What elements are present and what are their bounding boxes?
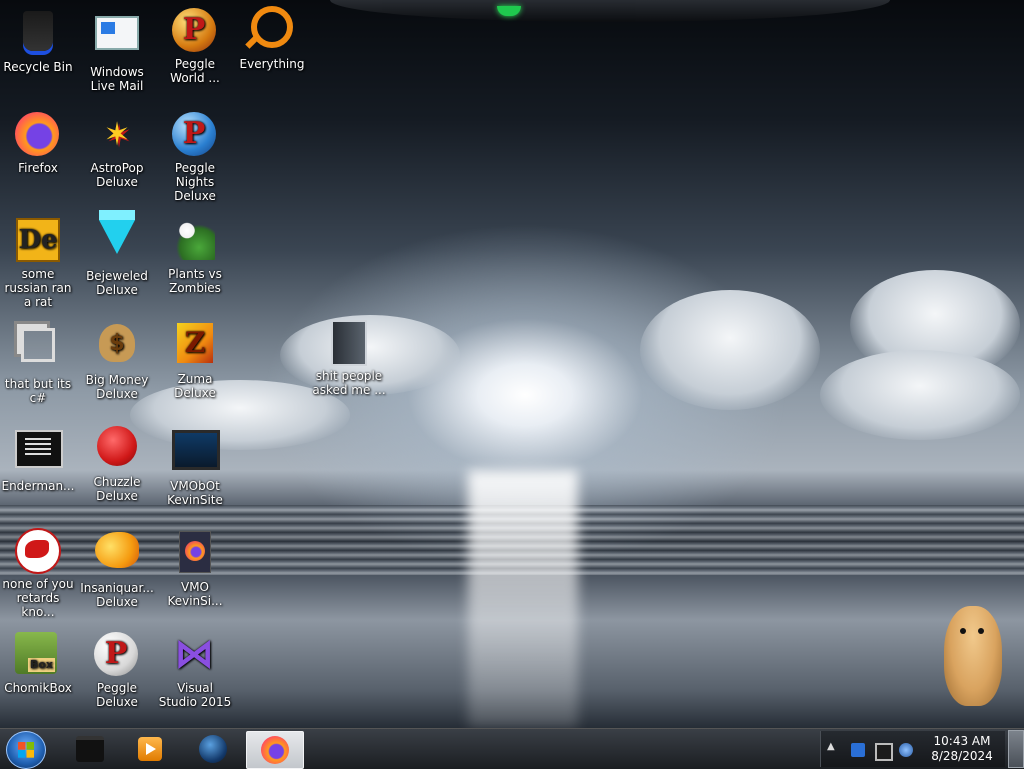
chomikbox-icon: Box: [15, 632, 61, 678]
desktop-icon-vmobot[interactable]: VMObOt KevinSite: [157, 424, 233, 507]
desktop-icon-label: Enderman...: [1, 479, 75, 493]
desktop-icon-label: AstroPop Deluxe: [90, 161, 144, 189]
clock[interactable]: 10:43 AM 8/28/2024: [925, 734, 999, 764]
taskbar-browser-globe[interactable]: [185, 731, 241, 767]
desktop-icon-chuzzle[interactable]: Chuzzle Deluxe: [79, 424, 155, 503]
desktop-icon-insaniquarium[interactable]: Insaniquar... Deluxe: [79, 528, 155, 609]
red-bird-icon: [15, 528, 61, 574]
zuma-icon: Z: [172, 323, 218, 369]
desktop-icon-label: Recycle Bin: [3, 60, 73, 74]
desktop-icon-label: VMO KevinSi...: [167, 580, 223, 608]
sun-reflection: [468, 470, 578, 728]
desktop-icon-label: Peggle Deluxe: [96, 681, 138, 709]
desktop-icon-label: Zuma Deluxe: [174, 372, 216, 400]
desktop-icon-peggle-deluxe[interactable]: P Peggle Deluxe: [79, 632, 155, 709]
copy-windows-icon: [15, 328, 61, 374]
desktop-icon-zuma[interactable]: Z Zuma Deluxe: [157, 320, 233, 400]
desktop-icon-label: none of you retards kno...: [2, 577, 74, 619]
cloud: [640, 290, 820, 410]
visual-studio-icon: ⋈: [174, 631, 214, 677]
desktop-icon-big-money[interactable]: $ Big Money Deluxe: [79, 320, 155, 401]
system-tray: ▲ 10:43 AM 8/28/2024: [820, 731, 1005, 767]
search-icon: [249, 6, 295, 54]
taskbar-media-player[interactable]: [122, 731, 178, 767]
gem-icon: [94, 210, 140, 266]
de-icon: De: [15, 218, 61, 264]
mail-icon: [94, 16, 140, 62]
desktop-icon-recycle-bin[interactable]: Recycle Bin: [0, 8, 76, 74]
document-icon: [326, 320, 372, 366]
taskbar: ▲ 10:43 AM 8/28/2024: [0, 728, 1024, 769]
desktop-icon-label: Peggle World ...: [170, 57, 220, 85]
start-button[interactable]: [6, 731, 46, 769]
clock-date: 8/28/2024: [931, 749, 993, 763]
desktop-icon-shit-people-asked[interactable]: shit people asked me ...: [311, 318, 387, 397]
cloud: [820, 350, 1020, 440]
green-indicator-icon: [497, 6, 521, 16]
desktop-icon-that-but-its-c[interactable]: that but its c#: [0, 320, 76, 405]
folder-icon: [76, 736, 104, 762]
desktop-icon-everything[interactable]: Everything: [234, 6, 310, 71]
desktop-icon-label: shit people asked me ...: [312, 369, 386, 397]
desktop-icon-label: Insaniquar... Deluxe: [80, 581, 154, 609]
desktop-icon-peggle-world[interactable]: P Peggle World ...: [157, 8, 233, 85]
chuzzle-icon: [94, 426, 140, 472]
desktop-icon-label: Firefox: [18, 161, 58, 175]
recycle-bin-icon: [15, 11, 61, 57]
tray-overflow-button[interactable]: ▲: [827, 741, 835, 752]
desktop-icon-label: VMObOt KevinSite: [167, 479, 223, 507]
clock-time: 10:43 AM: [933, 734, 991, 748]
monitor-icon: [172, 430, 220, 476]
display-icon[interactable]: [875, 743, 893, 761]
plants-vs-zombies-icon: [172, 218, 218, 264]
globe-icon: [199, 735, 227, 763]
money-bag-icon: $: [94, 324, 140, 370]
chomikbox-badge: Box: [27, 658, 55, 672]
desktop-icon-label: Bejeweled Deluxe: [86, 269, 148, 297]
taskbar-file-explorer[interactable]: [62, 731, 118, 767]
top-decoration: [330, 0, 890, 22]
desktop-icon-windows-live-mail[interactable]: Windows Live Mail: [79, 8, 155, 93]
desktop-icon-label: Visual Studio 2015: [158, 681, 232, 709]
desktop-icon-visual-studio[interactable]: ⋈ Visual Studio 2015: [157, 632, 233, 709]
desktop-icon-enderman[interactable]: Enderman...: [0, 424, 76, 493]
firefox-icon: [15, 112, 61, 158]
network-icon[interactable]: [851, 743, 865, 757]
desktop-icon-astropop[interactable]: ✶ AstroPop Deluxe: [79, 112, 155, 189]
desktop-icon-label: that but its c#: [4, 377, 72, 405]
start-orb-icon: [18, 742, 34, 758]
desktop-icon-label: ChomikBox: [4, 681, 72, 695]
taskbar-firefox[interactable]: [246, 731, 304, 769]
desktop-icon-chomikbox[interactable]: Box ChomikBox: [0, 632, 76, 695]
desktop-icon-firefox[interactable]: Firefox: [0, 112, 76, 175]
desktop-icon-label: Everything: [239, 57, 305, 71]
media-player-icon: [138, 737, 162, 761]
desktop-icon-label: some russian ran a rat: [4, 267, 72, 309]
desktop-icon-some-russian[interactable]: De some russian ran a rat: [0, 216, 76, 309]
show-desktop-button[interactable]: [1008, 730, 1024, 768]
hamster-mascot-icon[interactable]: [944, 606, 1002, 706]
astropop-icon: ✶: [103, 115, 131, 153]
firefox-document-icon: [172, 531, 218, 577]
desktop-icon-plants-vs-zombies[interactable]: Plants vs Zombies: [157, 216, 233, 295]
desktop-icon-label: Peggle Nights Deluxe: [174, 161, 216, 203]
peggle-icon: P: [94, 632, 140, 678]
desktop-icon-peggle-nights[interactable]: P Peggle Nights Deluxe: [157, 112, 233, 203]
desktop-icon-none-of-you[interactable]: none of you retards kno...: [0, 528, 76, 619]
peggle-world-icon: P: [172, 8, 218, 54]
firefox-icon: [261, 736, 289, 764]
terminal-icon: [15, 430, 63, 476]
desktop-icon-label: Chuzzle Deluxe: [93, 475, 141, 503]
desktop-icon-bejeweled[interactable]: Bejeweled Deluxe: [79, 210, 155, 297]
desktop-icon-vmo-kevinsite[interactable]: VMO KevinSi...: [157, 528, 233, 608]
sync-icon[interactable]: [899, 743, 913, 757]
desktop-icon-label: Plants vs Zombies: [168, 267, 222, 295]
desktop-icon-label: Big Money Deluxe: [85, 373, 149, 401]
peggle-nights-icon: P: [172, 112, 218, 158]
fish-icon: [94, 532, 140, 578]
desktop-icon-label: Windows Live Mail: [90, 65, 144, 93]
